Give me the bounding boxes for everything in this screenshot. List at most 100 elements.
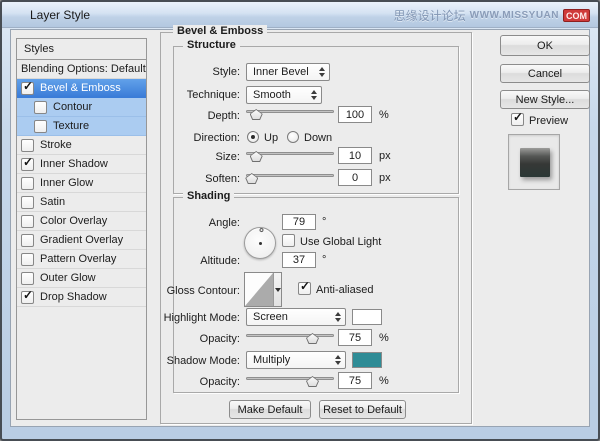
watermark-url: WWW.MISSYUAN xyxy=(469,10,559,21)
styles-list-item[interactable]: Blending Options: Default xyxy=(17,60,146,79)
gloss-contour-picker[interactable] xyxy=(244,272,282,307)
ok-button[interactable]: OK xyxy=(500,35,590,56)
styles-list-item[interactable]: ✓ Drop Shadow xyxy=(17,288,146,307)
styles-list-item[interactable]: Satin xyxy=(17,193,146,212)
altitude-label: Altitude: xyxy=(200,255,240,267)
styles-list-item[interactable]: Color Overlay xyxy=(17,212,146,231)
style-item-label: Contour xyxy=(53,101,93,113)
reset-to-default-button[interactable]: Reset to Default xyxy=(319,400,406,419)
style-toggle-checkbox[interactable] xyxy=(21,271,34,285)
gloss-contour-curve xyxy=(245,273,273,306)
styles-list-item[interactable]: Pattern Overlay xyxy=(17,250,146,269)
style-item-label: Blending Options: Default xyxy=(21,63,146,75)
highlight-opacity-input[interactable]: 75 xyxy=(338,329,372,346)
shadow-opacity-input[interactable]: 75 xyxy=(338,372,372,389)
style-toggle-checkbox[interactable] xyxy=(21,195,34,209)
style-toggle-checkbox[interactable] xyxy=(34,100,47,114)
dropdown-arrows-icon xyxy=(307,90,321,100)
style-label: Style: xyxy=(212,66,240,78)
slider-track xyxy=(246,377,334,380)
structure-title: Structure xyxy=(183,39,240,51)
direction-down-radio[interactable] xyxy=(287,131,299,143)
new-style-button[interactable]: New Style... xyxy=(500,90,590,109)
styles-list-item[interactable]: ✓ Inner Shadow xyxy=(17,155,146,174)
styles-list-item[interactable]: Contour xyxy=(17,98,146,117)
angle-dial-center xyxy=(259,242,262,245)
use-global-light-checkbox[interactable] xyxy=(282,234,295,247)
shadow-mode-value: Multiply xyxy=(253,354,291,366)
styles-list-item[interactable]: Texture xyxy=(17,117,146,136)
preview-panel xyxy=(508,134,560,190)
check-icon: ✓ xyxy=(23,154,34,169)
soften-slider[interactable] xyxy=(245,169,334,185)
angle-unit: ° xyxy=(322,216,327,228)
style-toggle-checkbox[interactable] xyxy=(21,252,34,266)
gloss-contour-dropdown[interactable] xyxy=(273,273,281,306)
dropdown-arrows-icon xyxy=(331,355,345,365)
style-toggle-checkbox[interactable]: ✓ xyxy=(21,154,34,171)
cancel-button[interactable]: Cancel xyxy=(500,64,590,83)
styles-list-item[interactable]: Outer Glow xyxy=(17,269,146,288)
soften-input[interactable]: 0 xyxy=(338,169,372,186)
altitude-unit: ° xyxy=(322,254,327,266)
layer-style-dialog: Layer Style 思缘设计论坛 WWW.MISSYUAN COM Styl… xyxy=(0,0,600,441)
size-input[interactable]: 10 xyxy=(338,147,372,164)
styles-list-item[interactable]: Stroke xyxy=(17,136,146,155)
styles-list: Blending Options: Default ✓ Bevel & Emboss… xyxy=(16,60,147,420)
highlight-opacity-label: Opacity: xyxy=(199,333,240,345)
direction-down-label: Down xyxy=(304,132,333,144)
altitude-input[interactable]: 37 xyxy=(282,252,316,268)
highlight-opacity-unit: % xyxy=(379,332,389,344)
preview-checkbox[interactable]: ✓ xyxy=(511,110,524,126)
depth-input[interactable]: 100 xyxy=(338,106,372,123)
slider-track xyxy=(246,174,334,177)
style-toggle-checkbox[interactable]: ✓ xyxy=(21,79,34,95)
angle-dial-knob[interactable] xyxy=(259,227,264,233)
shadow-opacity-label: Opacity: xyxy=(199,376,240,388)
highlight-color-swatch[interactable] xyxy=(352,309,382,325)
highlight-mode-select[interactable]: Screen xyxy=(246,308,346,326)
style-select[interactable]: Inner Bevel xyxy=(246,63,330,81)
titlebar[interactable]: Layer Style 思缘设计论坛 WWW.MISSYUAN COM xyxy=(2,2,598,28)
style-item-label: Drop Shadow xyxy=(40,291,107,303)
anti-aliased-checkbox[interactable]: ✓ xyxy=(298,279,311,295)
preview-label: Preview xyxy=(529,115,569,127)
shadow-opacity-unit: % xyxy=(379,375,389,387)
dropdown-arrows-icon xyxy=(331,312,345,322)
shadow-opacity-slider[interactable] xyxy=(246,372,334,388)
highlight-opacity-slider[interactable] xyxy=(246,329,334,345)
shadow-mode-label: Shadow Mode: xyxy=(166,355,240,367)
angle-input[interactable]: 79 xyxy=(282,214,316,230)
depth-slider[interactable] xyxy=(246,105,334,121)
angle-label: Angle: xyxy=(208,217,240,229)
depth-label: Depth: xyxy=(207,110,240,122)
style-toggle-checkbox[interactable] xyxy=(21,233,34,247)
styles-list-item[interactable]: Gradient Overlay xyxy=(17,231,146,250)
styles-panel-header: Styles xyxy=(16,38,147,60)
angle-dial[interactable] xyxy=(244,227,276,259)
style-item-label: Stroke xyxy=(40,139,72,151)
anti-aliased-label: Anti-aliased xyxy=(316,284,374,296)
style-toggle-checkbox[interactable] xyxy=(21,214,34,228)
style-toggle-checkbox[interactable]: ✓ xyxy=(21,288,34,304)
styles-list-item[interactable]: Inner Glow xyxy=(17,174,146,193)
style-toggle-checkbox[interactable] xyxy=(21,138,34,152)
styles-list-item[interactable]: ✓ Bevel & Emboss xyxy=(17,79,146,98)
style-toggle-checkbox[interactable] xyxy=(21,176,34,190)
direction-up-radio[interactable] xyxy=(247,131,259,143)
soften-unit: px xyxy=(379,172,391,184)
watermark-text: 思缘设计论坛 xyxy=(393,9,466,23)
shading-title: Shading xyxy=(183,190,235,202)
technique-select[interactable]: Smooth xyxy=(246,86,322,104)
shadow-color-swatch[interactable] xyxy=(352,352,382,368)
size-label: Size: xyxy=(215,151,240,163)
make-default-button[interactable]: Make Default xyxy=(229,400,311,419)
soften-label: Soften: xyxy=(205,173,240,185)
panel-title: Bevel & Emboss xyxy=(173,25,268,37)
style-item-label: Inner Glow xyxy=(40,177,94,189)
chevron-down-icon xyxy=(274,287,281,292)
dropdown-arrows-icon xyxy=(315,67,329,77)
size-slider[interactable] xyxy=(246,147,334,163)
shadow-mode-select[interactable]: Multiply xyxy=(246,351,346,369)
style-toggle-checkbox[interactable] xyxy=(34,119,47,133)
